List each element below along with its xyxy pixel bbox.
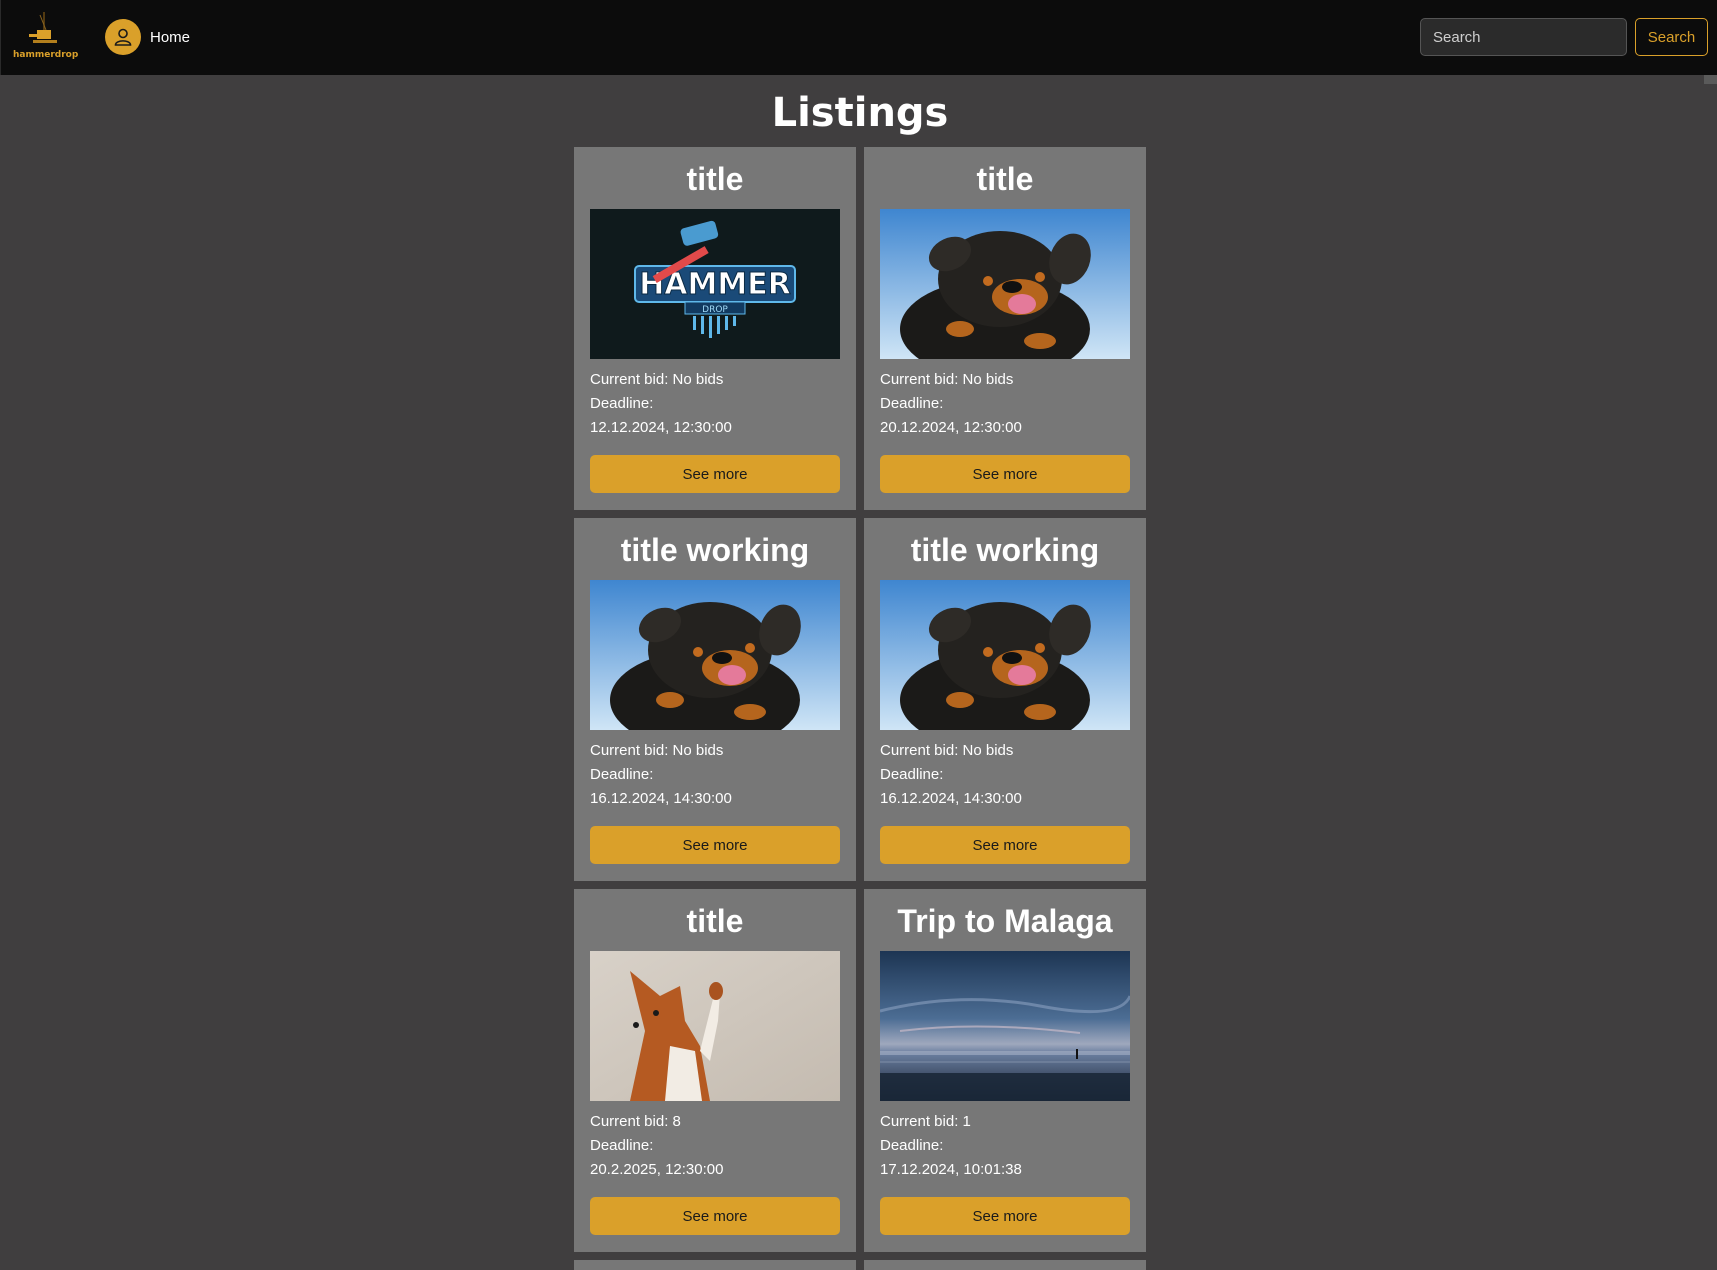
navbar: hammerdrop Home Search xyxy=(0,0,1717,75)
deadline-label: Deadline: xyxy=(590,766,654,783)
gavel-icon xyxy=(29,12,57,43)
current-bid: Current bid: 8 xyxy=(590,1113,681,1130)
listing-image xyxy=(590,580,840,730)
profile-icon[interactable] xyxy=(105,19,141,55)
scrollbar-thumb[interactable] xyxy=(1704,75,1717,84)
listing-info: Current bid: No bids Deadline: 16.12.202… xyxy=(590,739,732,811)
deadline-label: Deadline: xyxy=(590,395,654,412)
see-more-button[interactable]: See more xyxy=(880,1197,1130,1235)
deadline-value: 20.12.2024, 12:30:00 xyxy=(880,419,1022,436)
listing-info: Current bid: No bids Deadline: 16.12.202… xyxy=(880,739,1022,811)
listing-card: title Current bid: 8 Deadline: 20.2.2025… xyxy=(574,889,856,1252)
listing-title: title working xyxy=(620,532,810,568)
see-more-button[interactable]: See more xyxy=(880,455,1130,493)
page-title: Listings xyxy=(771,90,949,136)
listing-title: title xyxy=(686,161,744,197)
listing-card: title working Current bid: No bids Deadl… xyxy=(574,518,856,881)
listing-image xyxy=(590,209,840,359)
see-more-button[interactable]: See more xyxy=(880,826,1130,864)
search-button[interactable]: Search xyxy=(1635,18,1708,56)
deadline-value: 17.12.2024, 10:01:38 xyxy=(880,1161,1022,1178)
hammerdrop-logo[interactable]: hammerdrop xyxy=(13,10,79,66)
listing-title: Trip to Malaga xyxy=(897,903,1113,939)
listing-image xyxy=(880,951,1130,1101)
listing-title: title xyxy=(976,161,1034,197)
listing-image xyxy=(590,951,840,1101)
listing-image xyxy=(880,209,1130,359)
current-bid: Current bid: No bids xyxy=(880,742,1014,759)
listing-card: title Current bid: No bids Deadline: 12.… xyxy=(574,147,856,510)
listing-title: title xyxy=(686,903,744,939)
deadline-label: Deadline: xyxy=(590,1137,654,1154)
listing-card: Trip to Malaga Current bid: 1 Deadline: … xyxy=(864,889,1146,1252)
listing-info: Current bid: 8 Deadline: 20.2.2025, 12:3… xyxy=(590,1110,723,1182)
see-more-button[interactable]: See more xyxy=(590,826,840,864)
listing-card-partial xyxy=(574,1260,856,1270)
current-bid: Current bid: No bids xyxy=(590,371,724,388)
home-label[interactable]: Home xyxy=(150,29,190,46)
listings-grid: title Current bid: No bids Deadline: 12.… xyxy=(574,147,1146,1270)
current-bid: Current bid: No bids xyxy=(880,371,1014,388)
listing-card: title working Current bid: No bids Deadl… xyxy=(864,518,1146,881)
see-more-button[interactable]: See more xyxy=(590,1197,840,1235)
logo-text: hammerdrop xyxy=(13,50,79,60)
see-more-button[interactable]: See more xyxy=(590,455,840,493)
deadline-value: 20.2.2025, 12:30:00 xyxy=(590,1161,724,1178)
search-input[interactable] xyxy=(1420,18,1627,56)
deadline-label: Deadline: xyxy=(880,395,944,412)
listing-card-partial xyxy=(864,1260,1146,1270)
deadline-value: 12.12.2024, 12:30:00 xyxy=(590,419,732,436)
current-bid: Current bid: 1 xyxy=(880,1113,971,1130)
deadline-value: 16.12.2024, 14:30:00 xyxy=(590,790,732,807)
current-bid: Current bid: No bids xyxy=(590,742,724,759)
listing-title: title working xyxy=(910,532,1100,568)
listing-info: Current bid: No bids Deadline: 20.12.202… xyxy=(880,368,1022,440)
listing-image xyxy=(880,580,1130,730)
deadline-label: Deadline: xyxy=(880,1137,944,1154)
listing-info: Current bid: No bids Deadline: 12.12.202… xyxy=(590,368,732,440)
deadline-value: 16.12.2024, 14:30:00 xyxy=(880,790,1022,807)
listing-info: Current bid: 1 Deadline: 17.12.2024, 10:… xyxy=(880,1110,1022,1182)
listing-card: title Current bid: No bids Deadline: 20.… xyxy=(864,147,1146,510)
deadline-label: Deadline: xyxy=(880,766,944,783)
home-link[interactable]: Home xyxy=(105,19,190,55)
